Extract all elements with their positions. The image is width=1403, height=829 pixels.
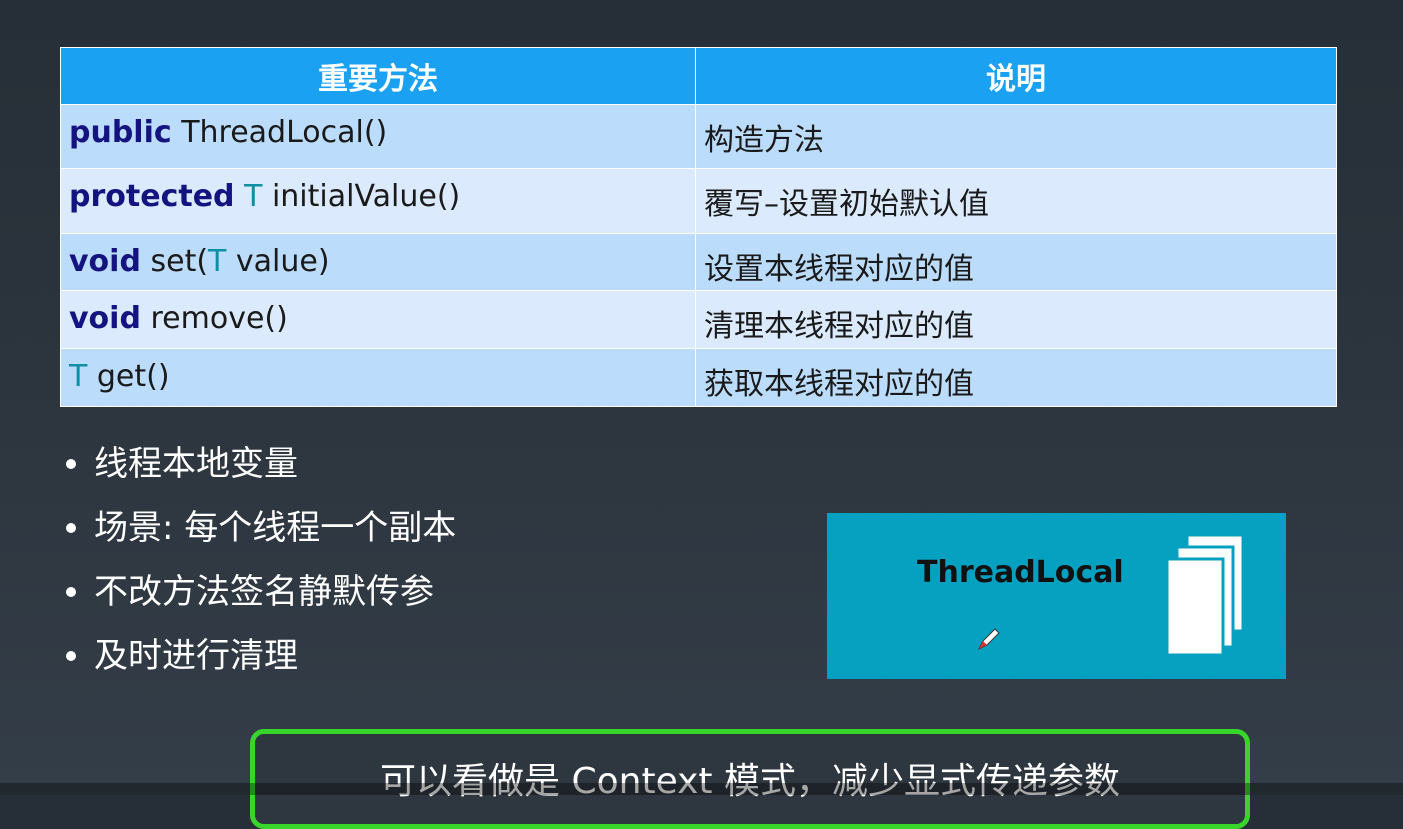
list-item-text: 线程本地变量 bbox=[94, 444, 298, 484]
stacked-pages-icon bbox=[1165, 535, 1245, 657]
bullet-icon bbox=[66, 459, 76, 469]
type-name: T bbox=[208, 244, 227, 279]
bullet-icon bbox=[66, 523, 76, 533]
method-signature: set( bbox=[150, 244, 209, 279]
type-name: T bbox=[244, 179, 263, 214]
type-name: T bbox=[69, 359, 88, 394]
description-cell: 覆写–设置初始默认值 bbox=[695, 168, 1337, 234]
keyword: void bbox=[69, 244, 141, 279]
method-cell: T get() bbox=[60, 348, 696, 407]
method-signature: get() bbox=[96, 359, 170, 394]
list-item: 不改方法签名静默传参 bbox=[66, 560, 456, 624]
list-item-text: 场景: 每个线程一个副本 bbox=[94, 508, 457, 548]
table-row: protected T initialValue() 覆写–设置初始默认值 bbox=[60, 168, 1337, 234]
bottom-bar bbox=[0, 783, 1403, 795]
description-cell: 获取本线程对应的值 bbox=[695, 348, 1337, 407]
method-signature: initialValue() bbox=[271, 179, 461, 214]
description-cell: 设置本线程对应的值 bbox=[695, 233, 1337, 291]
column-header-description: 说明 bbox=[695, 47, 1337, 105]
summary-text: 可以看做是 Context 模式，减少显式传递参数 bbox=[380, 761, 1120, 802]
pen-icon bbox=[977, 628, 1000, 651]
table-row: void set(T value) 设置本线程对应的值 bbox=[60, 233, 1337, 291]
method-signature-tail: value) bbox=[235, 244, 330, 279]
table-row: void remove() 清理本线程对应的值 bbox=[60, 290, 1337, 349]
method-signature: remove() bbox=[150, 301, 288, 336]
threadlocal-card: ThreadLocal bbox=[827, 513, 1286, 679]
list-item: 场景: 每个线程一个副本 bbox=[66, 496, 456, 560]
bullet-icon bbox=[66, 587, 76, 597]
method-cell: public ThreadLocal() bbox=[60, 104, 696, 169]
description-cell: 清理本线程对应的值 bbox=[695, 290, 1337, 349]
table-header-row: 重要方法 说明 bbox=[60, 47, 1337, 105]
keyword: void bbox=[69, 301, 141, 336]
method-cell: protected T initialValue() bbox=[60, 168, 696, 234]
card-title: ThreadLocal bbox=[917, 555, 1124, 590]
list-item: 线程本地变量 bbox=[66, 432, 456, 496]
table-row: public ThreadLocal() 构造方法 bbox=[60, 104, 1337, 169]
methods-table: 重要方法 说明 public ThreadLocal() 构造方法 protec… bbox=[60, 47, 1337, 407]
method-cell: void remove() bbox=[60, 290, 696, 349]
column-header-method: 重要方法 bbox=[60, 47, 696, 105]
summary-callout: 可以看做是 Context 模式，减少显式传递参数 bbox=[250, 729, 1250, 829]
table-row: T get() 获取本线程对应的值 bbox=[60, 348, 1337, 407]
method-cell: void set(T value) bbox=[60, 233, 696, 291]
list-item-text: 及时进行清理 bbox=[94, 636, 298, 676]
description-cell: 构造方法 bbox=[695, 104, 1337, 169]
keyword: public bbox=[69, 115, 172, 150]
bullet-icon bbox=[66, 651, 76, 661]
list-item: 及时进行清理 bbox=[66, 624, 456, 688]
method-signature: ThreadLocal() bbox=[181, 115, 388, 150]
keyword: protected bbox=[69, 179, 235, 214]
bullet-list: 线程本地变量 场景: 每个线程一个副本 不改方法签名静默传参 及时进行清理 bbox=[66, 432, 456, 688]
list-item-text: 不改方法签名静默传参 bbox=[94, 572, 434, 612]
